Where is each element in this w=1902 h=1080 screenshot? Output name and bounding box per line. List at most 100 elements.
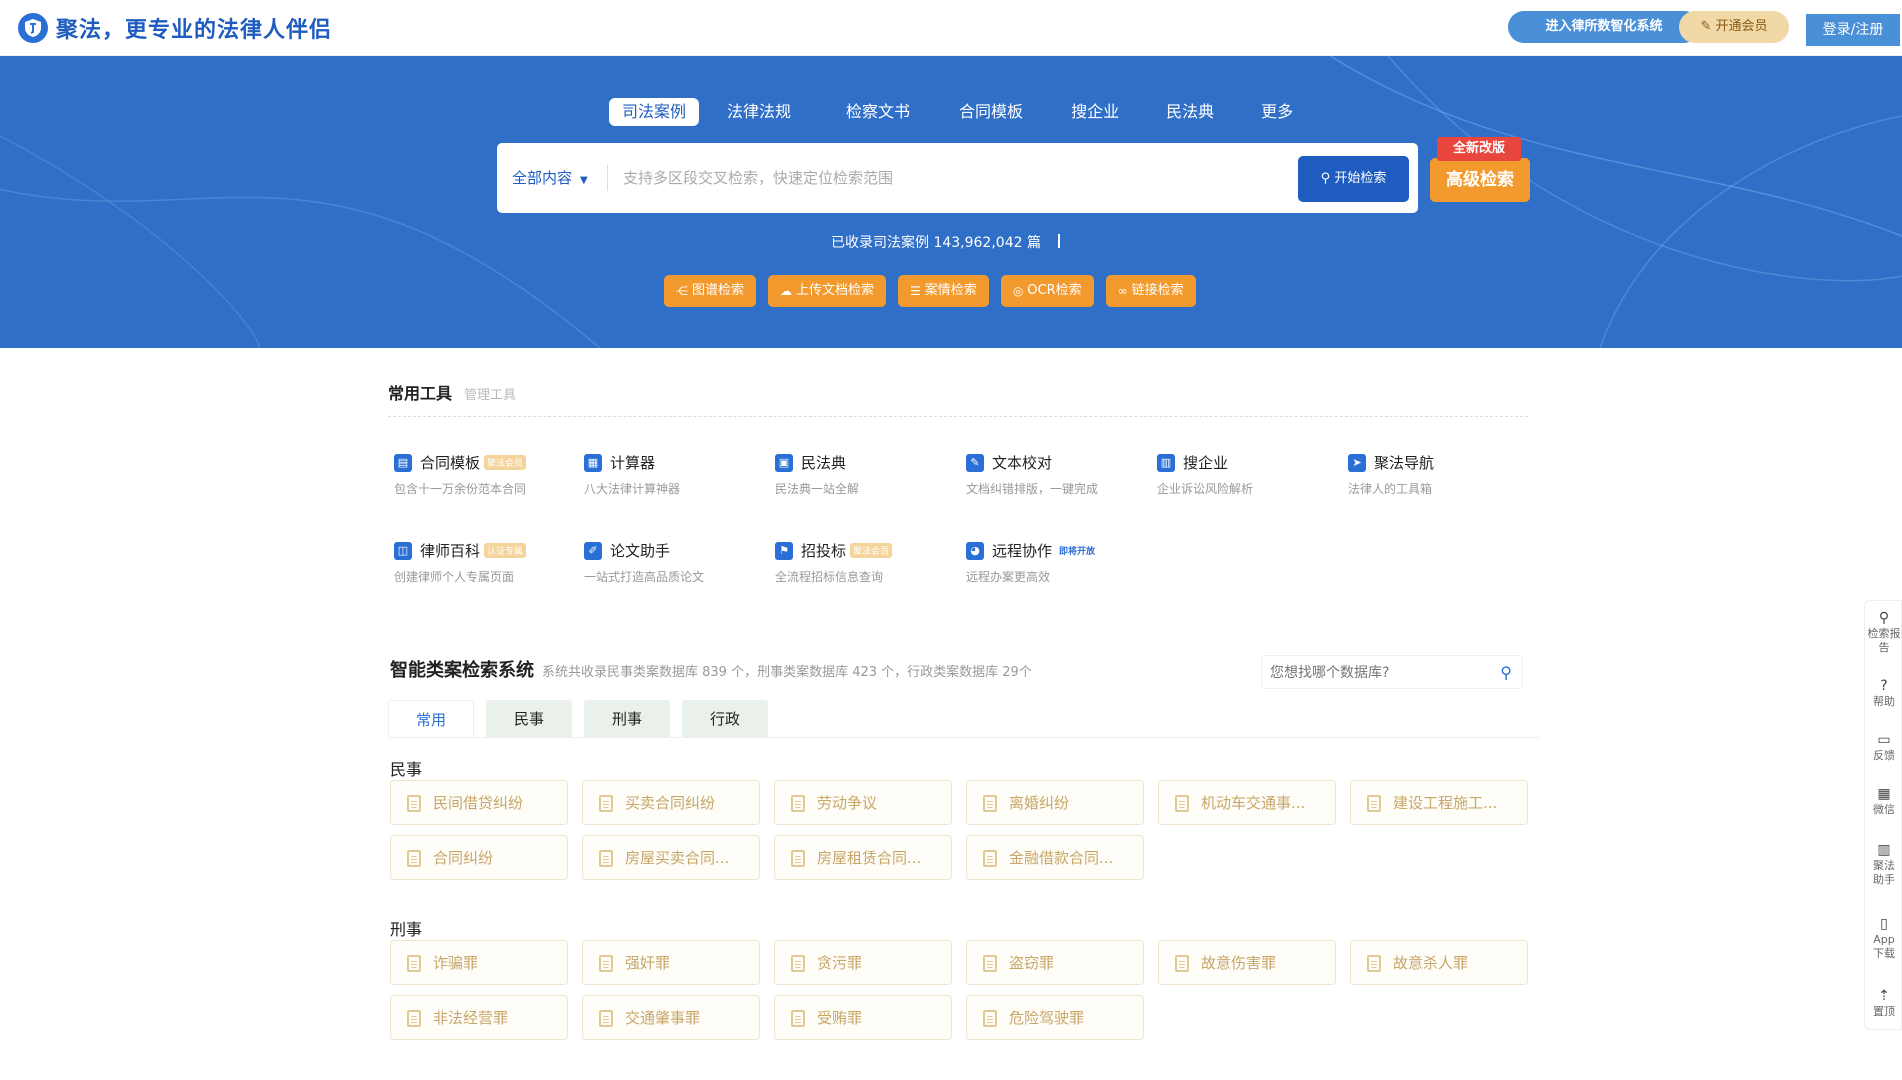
document-icon (599, 1010, 613, 1027)
sidebar-app-download[interactable]: ▯ App下载 (1865, 917, 1902, 961)
tool-desc: 包含十一万余份范本合同 (394, 482, 527, 496)
contract-doc-icon: ▤ (394, 453, 412, 472)
document-icon (791, 795, 805, 812)
link-search-button[interactable]: ∞ 链接检索 (1105, 275, 1196, 307)
graph-search-button[interactable]: ⋲ 图谱检索 (664, 275, 757, 307)
tab-civil-code[interactable]: 民法典 (1153, 98, 1227, 126)
case-db-chip-label: 强奸罪 (625, 954, 671, 972)
tool-name: 聚法导航 (1374, 454, 1435, 472)
tool-search-company[interactable]: ▥ 搜企业 企业诉讼风险解析 (1157, 452, 1337, 497)
case-db-chip[interactable]: 房屋买卖合同... (582, 835, 760, 880)
arrow-up-icon: ⇡ (1878, 988, 1890, 1004)
case-detail-search-button[interactable]: ☰ 案情检索 (898, 275, 989, 307)
cursor-icon: ➤ (1348, 453, 1366, 472)
case-db-chip-label: 危险驾驶罪 (1009, 1009, 1085, 1027)
phone-icon: ▯ (1880, 916, 1888, 932)
case-db-chip[interactable]: 受贿罪 (774, 995, 952, 1040)
tool-remote-collab[interactable]: ◕ 远程协作 即将开放 远程办案更高效 (966, 540, 1146, 585)
tool-lawyer-wiki[interactable]: ◫ 律师百科 认证专属 创建律师个人专属页面 (394, 540, 574, 585)
case-db-chip[interactable]: 离婚纠纷 (966, 780, 1144, 825)
advanced-search-button[interactable]: 高级检索 (1430, 158, 1530, 202)
sidebar-label: 聚法助手 (1873, 859, 1895, 886)
main-search-input[interactable] (623, 161, 1263, 195)
database-search-input[interactable] (1270, 662, 1490, 684)
case-db-chip[interactable]: 买卖合同纠纷 (582, 780, 760, 825)
case-db-chip[interactable]: 房屋租赁合同... (774, 835, 952, 880)
enter-firm-system-button[interactable]: 进入律所数智化系统 (1508, 11, 1700, 43)
case-db-chip[interactable]: 金融借款合同... (966, 835, 1144, 880)
sidebar-feedback[interactable]: ▭ 反馈 (1865, 733, 1902, 763)
case-count-text: 已收录司法案例 143,962,042 篇 (831, 235, 1041, 251)
search-scope-value: 全部内容 (512, 169, 573, 187)
tab-criminal[interactable]: 刑事 (584, 700, 670, 738)
tool-contract-templates[interactable]: ▤ 合同模板 聚法会员 包含十一万余份范本合同 (394, 452, 574, 497)
sidebar-help[interactable]: ? 帮助 (1865, 679, 1902, 709)
tool-desc: 法律人的工具箱 (1348, 482, 1433, 496)
case-db-chip[interactable]: 合同纠纷 (390, 835, 568, 880)
case-db-chip[interactable]: 贪污罪 (774, 940, 952, 985)
case-db-chip[interactable]: 劳动争议 (774, 780, 952, 825)
tab-common[interactable]: 常用 (388, 700, 474, 738)
sidebar-label: App下载 (1873, 933, 1895, 960)
start-search-button[interactable]: ⚲ 开始检索 (1298, 156, 1409, 202)
cloud-upload-icon: ☁ (780, 284, 793, 298)
tool-name: 远程协作 (992, 542, 1053, 560)
tab-search-company[interactable]: 搜企业 (1058, 98, 1132, 126)
case-db-chip[interactable]: 诈骗罪 (390, 940, 568, 985)
tool-bidding[interactable]: ⚑ 招投标 聚法会员 全流程招标信息查询 (775, 540, 955, 585)
open-vip-button[interactable]: ✎ 开通会员 (1679, 11, 1789, 43)
tool-calculator[interactable]: ▦ 计算器 八大法律计算神器 (584, 452, 764, 497)
sidebar-wechat[interactable]: ▦ 微信 (1865, 787, 1902, 817)
tool-civil-code[interactable]: ▣ 民法典 民法典一站全解 (775, 452, 955, 497)
tool-desc: 企业诉讼风险解析 (1157, 482, 1254, 496)
case-db-chip[interactable]: 危险驾驶罪 (966, 995, 1144, 1040)
search-scope-select[interactable]: 全部内容 ▼ (512, 143, 588, 213)
tool-name: 律师百科 (420, 542, 481, 560)
ocr-search-button[interactable]: ◎ OCR检索 (1000, 275, 1094, 307)
case-db-chip[interactable]: 民间借贷纠纷 (390, 780, 568, 825)
document-icon (599, 850, 613, 867)
upload-doc-search-button[interactable]: ☁ 上传文档检索 (768, 275, 887, 307)
tab-judicial-cases[interactable]: 司法案例 (609, 98, 700, 126)
tool-text-proofreading[interactable]: ✎ 文本校对 文档纠错排版，一键完成 (966, 452, 1146, 497)
tab-more[interactable]: 更多 (1248, 98, 1306, 126)
document-icon (791, 1010, 805, 1027)
case-db-chip-label: 房屋租赁合同... (817, 849, 922, 867)
sidebar-label: 反馈 (1873, 749, 1895, 762)
sidebar-search-report[interactable]: ⚲ 检索报告 (1865, 611, 1902, 655)
case-db-chip[interactable]: 建设工程施工... (1350, 780, 1528, 825)
case-db-chip-label: 劳动争议 (817, 794, 878, 812)
comment-icon: ▭ (1877, 732, 1891, 748)
sidebar-back-to-top[interactable]: ⇡ 置顶 (1865, 989, 1902, 1019)
qrcode-icon: ▦ (1877, 786, 1891, 802)
start-search-label: 开始检索 (1334, 171, 1387, 186)
document-icon (983, 1010, 997, 1027)
case-db-chip-label: 机动车交通事... (1201, 794, 1306, 812)
tab-prosecution-docs[interactable]: 检察文书 (833, 98, 923, 126)
case-db-chip-label: 非法经营罪 (433, 1009, 509, 1027)
site-logo[interactable]: 聚法，更专业的法律人伴侣 (18, 12, 332, 44)
login-register-button[interactable]: 登录/注册 (1806, 14, 1900, 46)
sidebar-label: 置顶 (1873, 1005, 1895, 1018)
case-db-chip[interactable]: 交通肇事罪 (582, 995, 760, 1040)
tool-name: 文本校对 (992, 454, 1053, 472)
sidebar-jufa-assistant[interactable]: ▥ 聚法助手 (1865, 843, 1902, 887)
tab-civil[interactable]: 民事 (486, 700, 572, 738)
search-icon[interactable]: ⚲ (1500, 663, 1512, 682)
case-db-chip-label: 盗窃罪 (1009, 954, 1055, 972)
case-db-chip[interactable]: 非法经营罪 (390, 995, 568, 1040)
tool-jufa-navigation[interactable]: ➤ 聚法导航 法律人的工具箱 (1348, 452, 1528, 497)
case-db-chip[interactable]: 强奸罪 (582, 940, 760, 985)
tab-laws[interactable]: 法律法规 (714, 98, 804, 126)
manage-tools-link[interactable]: 管理工具 (464, 388, 516, 403)
case-db-chip[interactable]: 机动车交通事... (1158, 780, 1336, 825)
case-db-chip-label: 贪污罪 (817, 954, 863, 972)
case-db-chip-label: 离婚纠纷 (1009, 794, 1070, 812)
case-db-chip[interactable]: 故意杀人罪 (1350, 940, 1528, 985)
case-db-chip[interactable]: 故意伤害罪 (1158, 940, 1336, 985)
common-tools-title: 常用工具 (388, 384, 453, 403)
tab-administrative[interactable]: 行政 (682, 700, 768, 738)
tool-thesis-assistant[interactable]: ✐ 论文助手 一站式打造高品质论文 (584, 540, 764, 585)
case-db-chip[interactable]: 盗窃罪 (966, 940, 1144, 985)
tab-contract-templates[interactable]: 合同模板 (946, 98, 1036, 126)
